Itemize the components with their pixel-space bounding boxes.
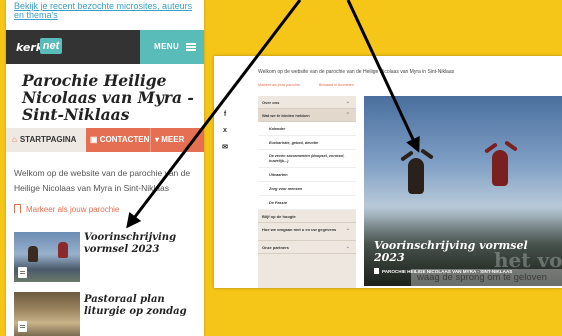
desktop-mark-parish-link[interactable]: Markeer als jouw parochie — [258, 83, 300, 87]
jumping-person-figure — [492, 150, 508, 186]
jumping-person-figure — [28, 246, 38, 262]
logo-text-net: net — [40, 38, 62, 54]
home-icon: ⌂ — [12, 135, 17, 144]
mark-parish-link[interactable]: Markeer als jouw parochie — [14, 204, 119, 214]
welcome-text: Welkom op de website van de parochie van… — [14, 168, 191, 193]
post-title-vormsel[interactable]: Voorinschrijving vormsel 2023 — [84, 232, 200, 255]
chevron-down-icon: ⌄ — [345, 226, 350, 232]
recent-microsites-notice[interactable]: Bekijk je recent bezochte microsites, au… — [6, 0, 204, 30]
contact-card-icon: ▣ — [90, 135, 100, 144]
document-icon — [18, 267, 27, 278]
email-icon[interactable]: ✉ — [220, 143, 230, 159]
desktop-screenshot: Welkom op de website van de parochie van… — [214, 56, 562, 288]
nav-startpagina-label: STARTPAGINA — [19, 135, 77, 144]
menu-label: MENU — [154, 42, 180, 51]
bookmark-icon — [14, 204, 21, 213]
kerknet-logo[interactable]: kerk net — [16, 38, 64, 56]
menu-item-label: Onze partners — [262, 245, 289, 250]
submenu-item-eucharistie[interactable]: Eucharistie, gebed, devotie — [258, 136, 356, 150]
nav-contacten[interactable]: ▣ CONTACTEN — [86, 128, 150, 152]
menu-item-label: Wat we te bieden hebben — [262, 113, 310, 118]
menu-item-label: Hoe we omgaan met u en uw gegevens — [262, 227, 337, 232]
twitter-icon[interactable]: x — [220, 127, 230, 143]
jumping-person-figure — [58, 242, 68, 258]
submenu-item-passie[interactable]: De Passie — [258, 196, 356, 210]
menu-item-aanbod[interactable]: Wat we te bieden hebben ⌃ — [258, 109, 356, 122]
menu-item-gegevens[interactable]: Hoe we omgaan met u en uw gegevens ⌄ — [258, 223, 356, 241]
jumping-person-figure — [408, 158, 424, 194]
share-bar: f x ✉ — [220, 111, 230, 159]
submenu-item-kalender[interactable]: Kalender — [258, 122, 356, 136]
mark-parish-label: Markeer als jouw parochie — [26, 205, 120, 214]
submenu-item-zorg[interactable]: Zorg voor mensen — [258, 182, 356, 196]
mobile-screenshot: Bekijk je recent bezochte microsites, au… — [6, 0, 204, 336]
submenu-aanbod: Kalender Eucharistie, gebed, devotie De … — [258, 122, 356, 210]
hero-banner[interactable]: het vormsel Voorinschrijving vormsel 202… — [364, 96, 562, 286]
nav-meer-label: MEER — [161, 135, 185, 144]
desktop-favorite-link[interactable]: Bewaard in favorieten — [319, 83, 354, 87]
menu-item-over-ons[interactable]: Over ons ⌄ — [258, 96, 356, 109]
hero-slogan: waag de sprong om te geloven — [411, 269, 562, 286]
desktop-welcome-text: Welkom op de website van de parochie van… — [258, 69, 455, 75]
nav-startpagina[interactable]: ⌂ STARTPAGINA — [6, 128, 86, 152]
chevron-up-icon: ⌃ — [345, 112, 350, 118]
menu-button[interactable]: MENU — [140, 30, 204, 64]
menu-item-onze-partners[interactable]: Onze partners ⌄ — [258, 241, 356, 254]
menu-item-label: Over ons — [262, 100, 280, 105]
post-thumbnail-liturgie[interactable] — [14, 292, 80, 336]
page-title: Parochie Heilige Nicolaas van Myra - Sin… — [22, 71, 194, 124]
post-thumbnail-vormsel[interactable] — [14, 232, 80, 282]
post-title-liturgie[interactable]: Pastoraal plan liturgie op zondag — [84, 294, 200, 317]
recent-microsites-link[interactable]: Bekijk je recent bezochte microsites, au… — [14, 1, 192, 20]
desktop-side-menu: Over ons ⌄ Wat we te bieden hebben ⌃ Kalen… — [258, 96, 356, 288]
menu-item-label: Blijf op de hoogte — [262, 214, 296, 219]
submenu-item-sacramenten[interactable]: De zeven sacramenten (doopsel, vormsel, … — [258, 150, 356, 168]
submenu-item-uitvaarten[interactable]: Uitvaarten — [258, 168, 356, 182]
hamburger-icon — [186, 43, 196, 51]
nav-contacten-label: CONTACTEN — [99, 135, 150, 144]
chevron-down-icon: ⌄ — [345, 99, 350, 105]
raised-arm-figure — [504, 140, 518, 152]
hero-title[interactable]: Voorinschrijving vormsel 2023 — [374, 240, 544, 264]
chevron-down-icon: ⌄ — [345, 244, 350, 250]
nav-meer[interactable]: ▾ MEER — [150, 128, 204, 152]
menu-item-blijf-op-de-hoogte[interactable]: Blijf op de hoogte — [258, 210, 356, 223]
document-icon — [374, 268, 379, 274]
mobile-header: kerk net MENU — [6, 30, 204, 64]
mobile-nav: ⌂ STARTPAGINA ▣ CONTACTEN ▾ MEER — [6, 128, 204, 152]
desktop-actions: Markeer als jouw parochie Bewaard in fav… — [258, 83, 372, 87]
document-icon — [18, 321, 27, 332]
raised-arm-figure — [420, 148, 434, 160]
facebook-icon[interactable]: f — [220, 111, 230, 127]
